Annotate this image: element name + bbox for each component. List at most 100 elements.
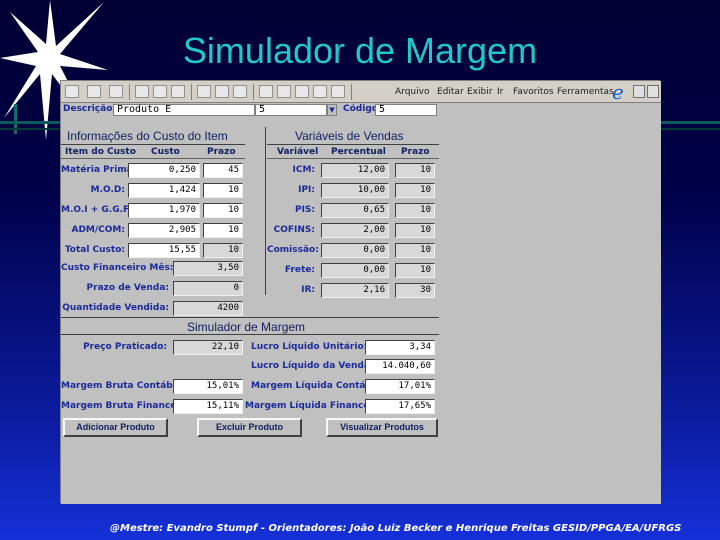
mbf-label: Margem Bruta Financeira:	[61, 401, 194, 411]
excluir-produto-button[interactable]: Excluir Produto	[197, 418, 302, 437]
icm-label: ICM:	[292, 165, 315, 175]
prazo-venda-label: Prazo de Venda:	[86, 283, 169, 293]
icm-percentual[interactable]: 12,00	[321, 163, 389, 178]
simulador-section-title: Simulador de Margem	[187, 320, 306, 334]
section-divider	[61, 317, 439, 318]
moi-ggf-prazo[interactable]: 10	[203, 203, 243, 218]
description-row: Descrição: Produto E 5 ▼ Código: 5	[61, 103, 661, 117]
visualizar-produtos-button[interactable]: Visualizar Produtos	[326, 418, 438, 437]
browser-logo-icon: e	[612, 80, 624, 104]
slide-footer: @Mestre: Evandro Stumpf - Orientadores: …	[110, 523, 682, 534]
mod-prazo[interactable]: 10	[203, 183, 243, 198]
header-underline	[61, 158, 245, 159]
cofins-label: COFINS:	[273, 225, 315, 235]
lucro-venda-label: Lucro Líquido da Venda:	[251, 361, 374, 371]
adm-com-prazo[interactable]: 10	[203, 223, 243, 238]
adicionar-produto-button[interactable]: Adicionar Produto	[63, 418, 168, 437]
ir-percentual[interactable]: 2,16	[321, 283, 389, 298]
chevron-down-icon[interactable]: ▼	[327, 104, 337, 116]
comissao-prazo[interactable]: 10	[395, 243, 435, 258]
col-header-custo: Custo	[151, 147, 180, 157]
menu-favoritos[interactable]: Favoritos	[513, 87, 554, 97]
mlc-label: Margem Líquida Contábil:	[251, 381, 382, 391]
window-minimize-icon[interactable]	[633, 85, 645, 98]
menu-exibir[interactable]: Exibir	[467, 87, 492, 97]
refresh-icon[interactable]	[153, 85, 167, 98]
ipi-prazo[interactable]: 10	[395, 183, 435, 198]
pis-percentual[interactable]: 0,65	[321, 203, 389, 218]
mail-icon[interactable]	[259, 85, 273, 98]
header-underline	[267, 158, 439, 159]
home-icon[interactable]	[171, 85, 185, 98]
empty-pane	[444, 117, 661, 504]
total-custo-prazo: 10	[203, 243, 243, 258]
preco-value[interactable]: 22,10	[173, 340, 243, 355]
cofins-prazo[interactable]: 10	[395, 223, 435, 238]
comissao-label: Comissão:	[267, 245, 319, 255]
codigo-input[interactable]: 5	[375, 104, 437, 116]
edit-icon[interactable]	[295, 85, 309, 98]
materia-prima-prazo[interactable]: 45	[203, 163, 243, 178]
total-custo-label: Total Custo:	[64, 245, 125, 255]
mbc-label: Margem Bruta Contábil:	[61, 381, 183, 391]
product-combo[interactable]: 5	[255, 104, 327, 116]
custo-financeiro-label: Custo Financeiro Mês:	[61, 263, 174, 273]
forward-icon[interactable]	[87, 85, 101, 98]
frete-label: Frete:	[284, 265, 315, 275]
dropdown-icon[interactable]	[109, 85, 123, 98]
total-custo-value[interactable]: 15,55	[128, 243, 200, 258]
prazo-venda-value: 0	[173, 281, 243, 296]
custo-section-title: Informações do Custo do Item	[67, 129, 228, 143]
toolbar-separator	[253, 84, 254, 100]
moi-ggf-custo[interactable]: 1,970	[128, 203, 200, 218]
moi-ggf-label: M.O.I + G.G.F:	[61, 205, 133, 215]
menu-ferramentas[interactable]: Ferramentas	[557, 87, 614, 97]
lucro-unitario-value: 3,34	[365, 340, 435, 355]
ipi-percentual[interactable]: 10,00	[321, 183, 389, 198]
toolbar-separator	[129, 84, 130, 100]
col-header-variavel: Variável	[277, 147, 319, 157]
form-area: Informações do Custo do Item Item do Cus…	[61, 117, 444, 504]
cofins-percentual[interactable]: 2,00	[321, 223, 389, 238]
app-window: Arquivo Editar Exibir Ir Favoritos Ferra…	[60, 80, 661, 504]
stop-icon[interactable]	[135, 85, 149, 98]
adm-com-label: ADM/COM:	[71, 225, 126, 235]
window-close-icon[interactable]	[647, 85, 659, 98]
preco-label: Preço Praticado:	[83, 342, 167, 352]
pis-prazo[interactable]: 10	[395, 203, 435, 218]
icm-prazo[interactable]: 10	[395, 163, 435, 178]
col-header-prazo: Prazo	[401, 147, 430, 157]
menu-ir[interactable]: Ir	[497, 87, 503, 97]
materia-prima-label: Matéria Prima:	[61, 165, 137, 175]
ir-prazo[interactable]: 30	[395, 283, 435, 298]
search-icon[interactable]	[197, 85, 211, 98]
descricao-input[interactable]: Produto E	[113, 104, 255, 116]
comissao-percentual[interactable]: 0,00	[321, 243, 389, 258]
history-icon[interactable]	[233, 85, 247, 98]
back-icon[interactable]	[65, 85, 79, 98]
vendas-section-title: Variáveis de Vendas	[295, 129, 404, 143]
menu-editar[interactable]: Editar	[437, 87, 464, 97]
print-icon[interactable]	[277, 85, 291, 98]
discuss-icon[interactable]	[313, 85, 327, 98]
adm-com-custo[interactable]: 2,905	[128, 223, 200, 238]
mbc-value: 15,01%	[173, 379, 243, 394]
col-header-item: Item do Custo	[65, 147, 136, 157]
section-separator	[265, 127, 266, 295]
mbf-value: 15,11%	[173, 399, 243, 414]
frete-percentual[interactable]: 0,00	[321, 263, 389, 278]
messenger-icon[interactable]	[331, 85, 345, 98]
lucro-venda-value: 14.040,60	[365, 359, 435, 374]
menu-arquivo[interactable]: Arquivo	[395, 87, 429, 97]
slide-title: Simulador de Margem	[182, 30, 538, 71]
col-header-percentual: Percentual	[331, 147, 386, 157]
toolbar-separator	[191, 84, 192, 100]
quantidade-value: 4200	[173, 301, 243, 316]
frete-prazo[interactable]: 10	[395, 263, 435, 278]
lucro-unitario-label: Lucro Líquido Unitário:	[251, 342, 368, 352]
mod-label: M.O.D:	[90, 185, 125, 195]
favorites-icon[interactable]	[215, 85, 229, 98]
mod-custo[interactable]: 1,424	[128, 183, 200, 198]
col-header-prazo: Prazo	[207, 147, 236, 157]
materia-prima-custo[interactable]: 0,250	[128, 163, 200, 178]
